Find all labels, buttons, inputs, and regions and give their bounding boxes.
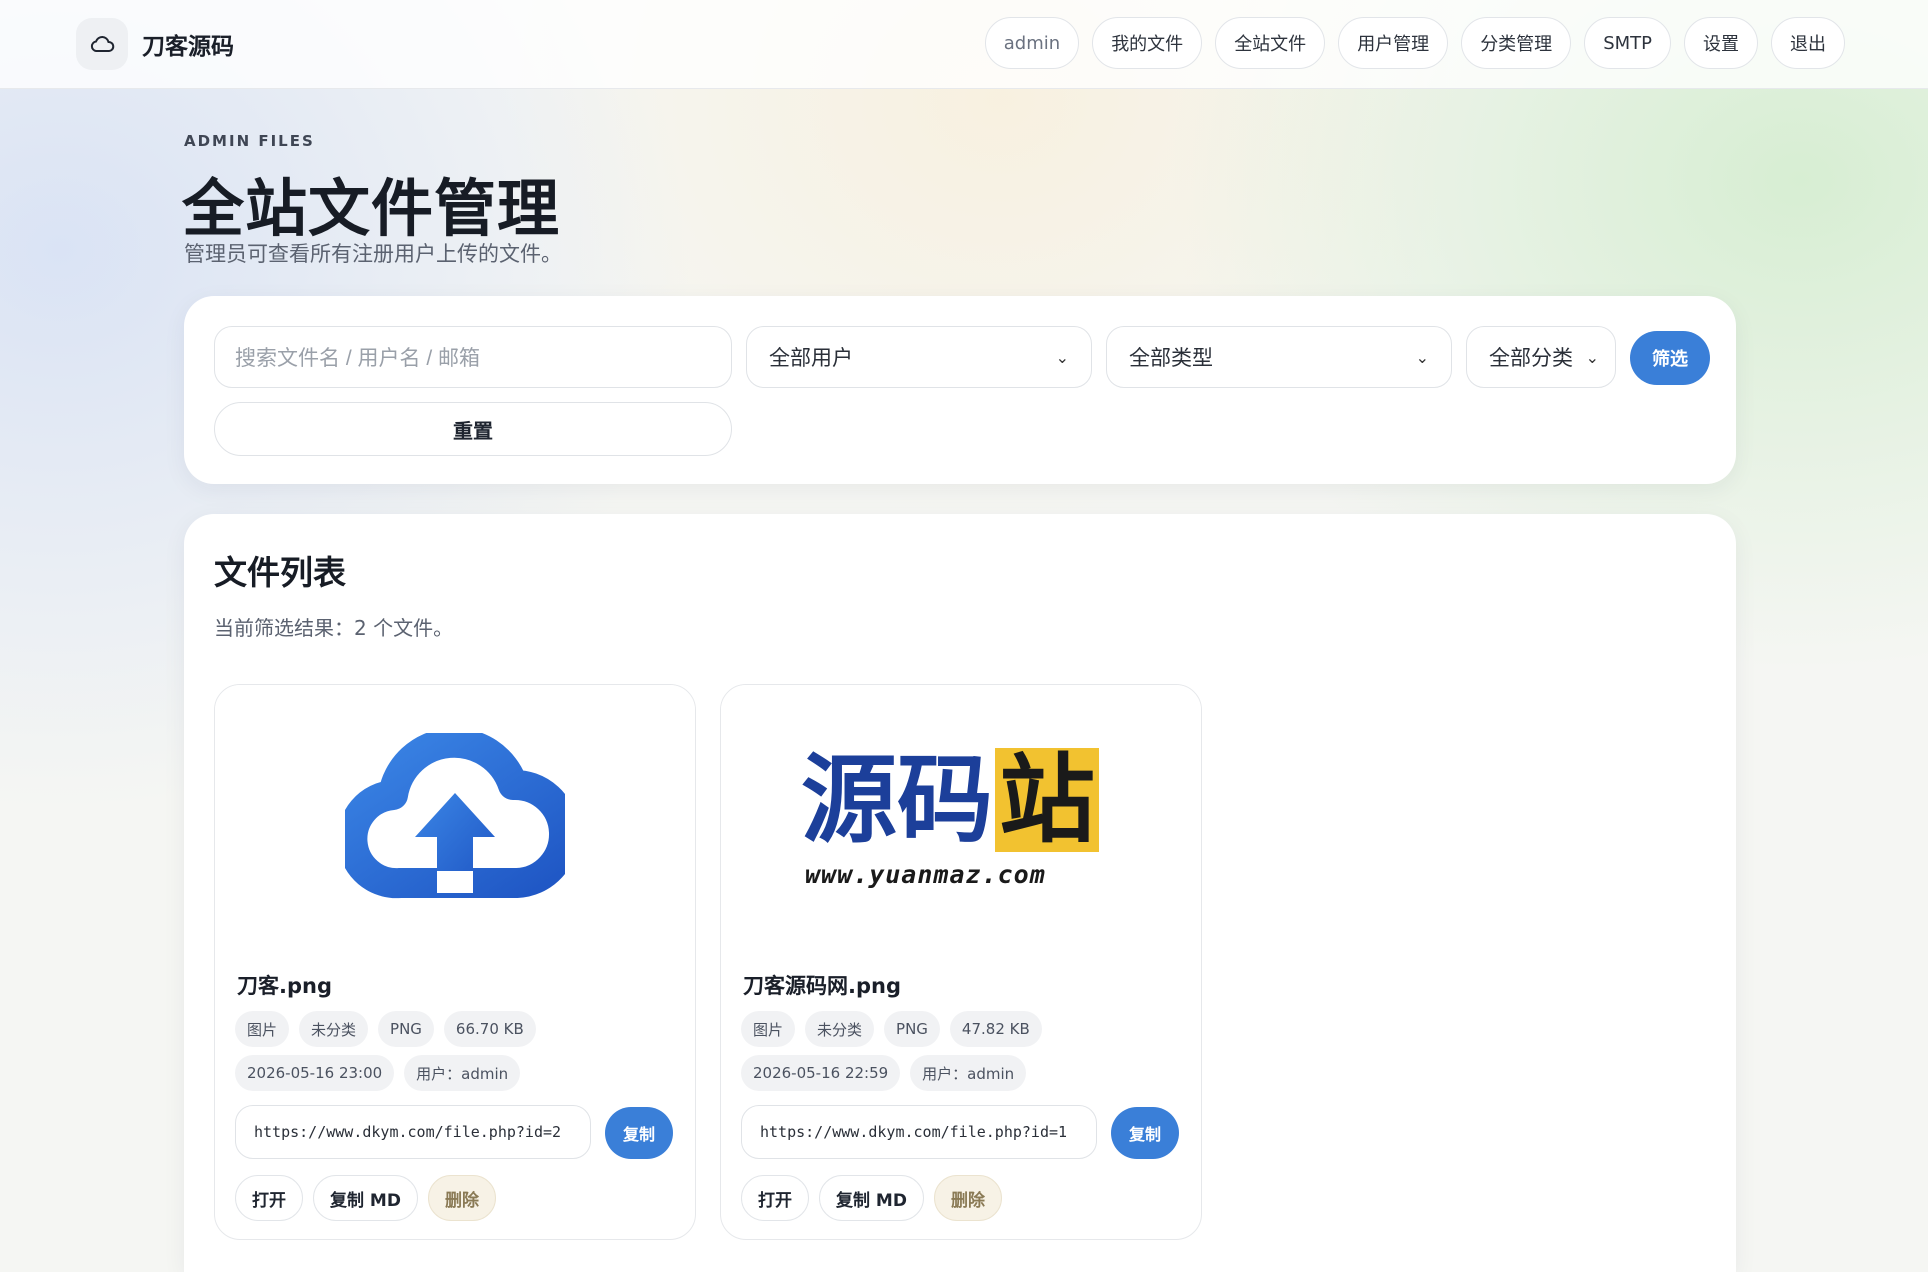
search-input[interactable]: 搜索文件名 / 用户名 / 邮箱 <box>214 326 732 388</box>
category-badge: 未分类 <box>805 1011 875 1047</box>
open-button[interactable]: 打开 <box>741 1175 809 1221</box>
chevron-down-icon: ⌄ <box>1415 347 1429 367</box>
type-select-value: 全部类型 <box>1129 346 1213 370</box>
user-select[interactable]: 全部用户 ⌄ <box>746 326 1092 388</box>
chevron-down-icon: ⌄ <box>1055 347 1069 367</box>
logo-site-url: www.yuanmaz.com <box>805 859 1046 889</box>
nav-link-logout[interactable]: 退出 <box>1771 17 1845 69</box>
open-button[interactable]: 打开 <box>235 1175 303 1221</box>
nav-link-all-files[interactable]: 全站文件 <box>1215 17 1326 69</box>
nav-link-smtp[interactable]: SMTP <box>1584 17 1671 69</box>
reset-button[interactable]: 重置 <box>214 402 732 456</box>
brand-name: 刀客源码 <box>142 34 234 60</box>
copy-url-button[interactable]: 复制 <box>1111 1107 1179 1159</box>
category-select[interactable]: 全部分类 ⌄ <box>1466 326 1616 388</box>
list-title: 文件列表 <box>214 553 346 592</box>
copy-md-button[interactable]: 复制 MD <box>313 1175 418 1221</box>
page-eyebrow: ADMIN FILES <box>184 132 315 150</box>
user-badge: 用户：admin <box>404 1055 521 1091</box>
copy-url-button[interactable]: 复制 <box>605 1107 673 1159</box>
list-summary: 当前筛选结果：2 个文件。 <box>214 616 454 640</box>
cloud-upload-icon <box>345 732 565 898</box>
file-meta: 2026-05-16 23:00 用户：admin <box>235 1055 530 1091</box>
size-badge: 47.82 KB <box>949 1011 1042 1047</box>
user-badge: 用户：admin <box>910 1055 1027 1091</box>
file-thumbnail[interactable] <box>215 685 695 950</box>
copy-md-button[interactable]: 复制 MD <box>819 1175 924 1221</box>
nav-link-categories[interactable]: 分类管理 <box>1461 17 1572 69</box>
type-select[interactable]: 全部类型 ⌄ <box>1106 326 1452 388</box>
file-thumbnail[interactable]: 源 码 站 www.yuanmaz.com <box>721 685 1201 950</box>
logo-char: 站 <box>995 747 1099 852</box>
type-badge: 图片 <box>235 1011 290 1047</box>
delete-button[interactable]: 删除 <box>933 1175 1002 1221</box>
date-badge: 2026-05-16 22:59 <box>741 1055 901 1091</box>
nav-link-settings[interactable]: 设置 <box>1684 17 1758 69</box>
nav-link-users[interactable]: 用户管理 <box>1338 17 1449 69</box>
type-badge: 图片 <box>741 1011 796 1047</box>
file-card: 源 码 站 www.yuanmaz.com 刀客源码网.png 图片 未分类 P… <box>720 684 1202 1240</box>
file-tags: 图片 未分类 PNG 66.70 KB <box>235 1011 546 1047</box>
file-name: 刀客.png <box>237 974 332 998</box>
nav-links: admin 我的文件 全站文件 用户管理 分类管理 SMTP 设置 退出 <box>972 17 1845 69</box>
file-card: 刀客.png 图片 未分类 PNG 66.70 KB 2026-05-16 23… <box>214 684 696 1240</box>
filter-button[interactable]: 筛选 <box>1630 331 1710 385</box>
logo-char: 码 <box>897 743 993 856</box>
category-badge: 未分类 <box>299 1011 369 1047</box>
file-url-field[interactable]: https://www.dkym.com/file.php?id=1 <box>741 1105 1097 1159</box>
file-actions: 打开 复制 MD 删除 <box>741 1175 1012 1221</box>
file-tags: 图片 未分类 PNG 47.82 KB <box>741 1011 1052 1047</box>
top-nav: 刀客源码 admin 我的文件 全站文件 用户管理 分类管理 SMTP 设置 退… <box>0 0 1928 89</box>
filter-card: 搜索文件名 / 用户名 / 邮箱 全部用户 ⌄ 全部类型 ⌄ 全部分类 ⌄ 筛选… <box>184 296 1736 484</box>
logo-char: 源 <box>801 743 897 856</box>
page-title: 全站文件管理 <box>182 172 561 245</box>
category-select-value: 全部分类 <box>1489 346 1573 370</box>
brand[interactable]: 刀客源码 <box>76 18 234 70</box>
file-actions: 打开 复制 MD 删除 <box>235 1175 506 1221</box>
delete-button[interactable]: 删除 <box>427 1175 496 1221</box>
file-name: 刀客源码网.png <box>743 974 901 998</box>
page-description: 管理员可查看所有注册用户上传的文件。 <box>184 242 562 266</box>
date-badge: 2026-05-16 23:00 <box>235 1055 395 1091</box>
file-url-field[interactable]: https://www.dkym.com/file.php?id=2 <box>235 1105 591 1159</box>
format-badge: PNG <box>884 1011 940 1047</box>
user-select-value: 全部用户 <box>769 346 853 370</box>
cloud-icon <box>76 18 128 70</box>
nav-link-admin[interactable]: admin <box>984 17 1080 69</box>
file-list-card: 文件列表 当前筛选结果：2 个文件。 刀客.png 图片 未分类 PNG 66.… <box>184 514 1736 1272</box>
file-meta: 2026-05-16 22:59 用户：admin <box>741 1055 1036 1091</box>
nav-link-my-files[interactable]: 我的文件 <box>1092 17 1203 69</box>
size-badge: 66.70 KB <box>443 1011 536 1047</box>
chevron-down-icon: ⌄ <box>1585 347 1599 367</box>
yuanmaz-logo: 源 码 站 www.yuanmaz.com <box>801 743 1121 889</box>
format-badge: PNG <box>378 1011 434 1047</box>
